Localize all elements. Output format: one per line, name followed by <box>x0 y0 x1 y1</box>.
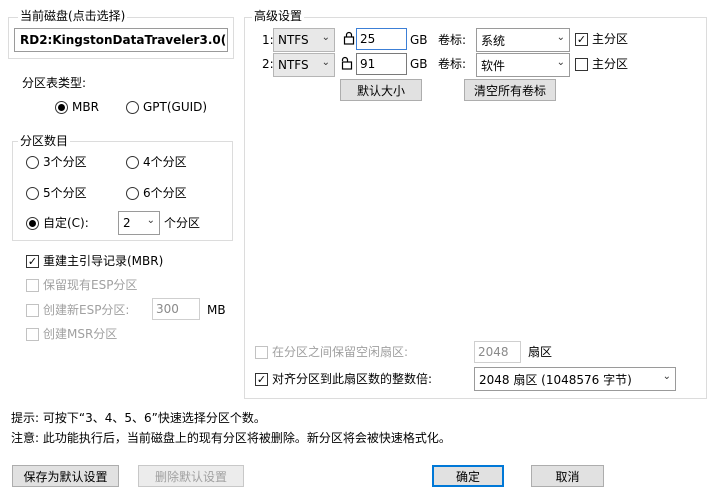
clear-labels-button[interactable]: 清空所有卷标 <box>464 79 556 101</box>
partition-1-fs-select[interactable]: NTFS ⌄ <box>273 28 335 52</box>
align-sectors-value: 2048 扇区 (1048576 字节) <box>479 372 632 387</box>
partition-1-size-input[interactable]: 25 <box>356 28 407 50</box>
create-msr-checkbox[interactable]: 创建MSR分区 <box>26 327 117 341</box>
partition-2-label-value: 软件 <box>481 58 506 73</box>
free-sectors-unit: 扇区 <box>528 345 553 359</box>
partition-2-index: 2: <box>262 57 274 71</box>
radio-custom-partitions[interactable]: 自定(C): <box>26 216 89 230</box>
create-esp-checkbox[interactable]: 创建新ESP分区: <box>26 303 129 317</box>
partition-1-label-value: 系统 <box>481 33 506 48</box>
radio-mbr-label: MBR <box>72 100 99 114</box>
checkmark-icon: ✓ <box>255 372 268 386</box>
delete-default-button[interactable]: 删除默认设置 <box>138 465 244 487</box>
radio-4-partitions[interactable]: 4个分区 <box>126 155 187 169</box>
radio-custom-label: 自定(C): <box>43 216 89 230</box>
keep-esp-label: 保留现有ESP分区 <box>43 278 138 292</box>
unlock-icon[interactable] <box>341 56 353 70</box>
tip-text: 提示: 可按下“3、4、5、6”快速选择分区个数。 <box>11 411 266 425</box>
keep-esp-checkbox[interactable]: 保留现有ESP分区 <box>26 278 137 292</box>
radio-3-label: 3个分区 <box>43 155 87 169</box>
align-partitions-checkbox[interactable]: ✓ 对齐分区到此扇区数的整数倍: <box>255 372 432 386</box>
keep-free-sectors-box <box>255 345 268 359</box>
checkmark-icon: ✓ <box>26 254 39 268</box>
rebuild-mbr-label: 重建主引导记录(MBR) <box>43 254 164 268</box>
partition-2-primary-checkbox[interactable]: 主分区 <box>575 57 628 71</box>
esp-size-input[interactable]: 300 <box>152 298 200 320</box>
partition-1-index: 1: <box>262 33 274 47</box>
lock-icon[interactable] <box>343 31 355 45</box>
partition-1-primary-checkbox[interactable]: ✓ 主分区 <box>575 32 628 46</box>
warning-text: 注意: 此功能执行后，当前磁盘上的现有分区将被删除。新分区将会被快速格式化。 <box>11 431 451 445</box>
chevron-down-icon: ⌄ <box>321 32 330 43</box>
radio-3-indicator <box>26 155 39 169</box>
current-disk-field[interactable]: RD2:KingstonDataTraveler3.0(116 <box>14 28 228 52</box>
radio-3-partitions[interactable]: 3个分区 <box>26 155 87 169</box>
chevron-down-icon: ⌄ <box>662 371 671 382</box>
partition-2-label-select[interactable]: 软件 ⌄ <box>476 53 570 77</box>
radio-6-label: 6个分区 <box>143 186 187 200</box>
esp-size-unit: MB <box>207 303 226 317</box>
partition-2-fs-value: NTFS <box>278 58 309 72</box>
partition-2-fs-select[interactable]: NTFS ⌄ <box>273 53 335 77</box>
radio-mbr[interactable]: MBR <box>55 100 99 114</box>
radio-gpt[interactable]: GPT(GUID) <box>126 100 207 114</box>
partition-2-unit: GB <box>410 57 428 71</box>
align-partitions-label: 对齐分区到此扇区数的整数倍: <box>272 372 433 386</box>
rebuild-mbr-checkbox[interactable]: ✓ 重建主引导记录(MBR) <box>26 254 163 268</box>
radio-mbr-indicator <box>55 100 68 114</box>
default-size-button[interactable]: 默认大小 <box>340 79 422 101</box>
custom-count-suffix: 个分区 <box>164 216 201 230</box>
keep-free-sectors-checkbox[interactable]: 在分区之间保留空闲扇区: <box>255 345 408 359</box>
current-disk-title: 当前磁盘(点击选择) <box>18 9 128 23</box>
radio-5-label: 5个分区 <box>43 186 87 200</box>
radio-gpt-indicator <box>126 100 139 114</box>
create-esp-label: 创建新ESP分区: <box>43 303 130 317</box>
chevron-down-icon: ⌄ <box>321 57 330 68</box>
ok-button[interactable]: 确定 <box>432 465 504 487</box>
custom-count-select[interactable]: 2 ⌄ <box>118 211 160 235</box>
partition-2-label-caption: 卷标: <box>438 57 467 71</box>
partition-count-title: 分区数目 <box>18 134 71 148</box>
create-msr-label: 创建MSR分区 <box>43 327 118 341</box>
chevron-down-icon: ⌄ <box>556 57 565 68</box>
radio-gpt-label: GPT(GUID) <box>143 100 208 114</box>
partition-2-size-input[interactable]: 91 <box>356 53 407 75</box>
keep-free-sectors-label: 在分区之间保留空闲扇区: <box>272 345 409 359</box>
cancel-button[interactable]: 取消 <box>531 465 604 487</box>
partition-1-unit: GB <box>410 33 428 47</box>
radio-5-partitions[interactable]: 5个分区 <box>26 186 87 200</box>
radio-6-indicator <box>126 186 139 200</box>
partition-1-primary-label: 主分区 <box>592 32 629 46</box>
radio-5-indicator <box>26 186 39 200</box>
radio-custom-indicator <box>26 216 39 230</box>
partition-table-label: 分区表类型: <box>22 76 87 90</box>
custom-count-value: 2 <box>123 216 131 230</box>
chevron-down-icon: ⌄ <box>556 32 565 43</box>
partition-1-fs-value: NTFS <box>278 33 309 47</box>
save-default-button[interactable]: 保存为默认设置 <box>12 465 119 487</box>
create-esp-box <box>26 303 39 317</box>
partition-1-label-select[interactable]: 系统 ⌄ <box>476 28 570 52</box>
radio-4-label: 4个分区 <box>143 155 187 169</box>
chevron-down-icon: ⌄ <box>146 215 155 226</box>
checkmark-icon: ✓ <box>575 32 588 46</box>
align-sectors-select[interactable]: 2048 扇区 (1048576 字节) ⌄ <box>474 367 676 391</box>
create-msr-box <box>26 327 39 341</box>
keep-esp-box <box>26 278 39 292</box>
radio-4-indicator <box>126 155 139 169</box>
free-sectors-input[interactable]: 2048 <box>474 341 521 363</box>
partition-2-primary-label: 主分区 <box>592 57 629 71</box>
advanced-title: 高级设置 <box>252 9 305 23</box>
partition-2-primary-box <box>575 57 588 71</box>
partition-1-label-caption: 卷标: <box>438 33 467 47</box>
radio-6-partitions[interactable]: 6个分区 <box>126 186 187 200</box>
